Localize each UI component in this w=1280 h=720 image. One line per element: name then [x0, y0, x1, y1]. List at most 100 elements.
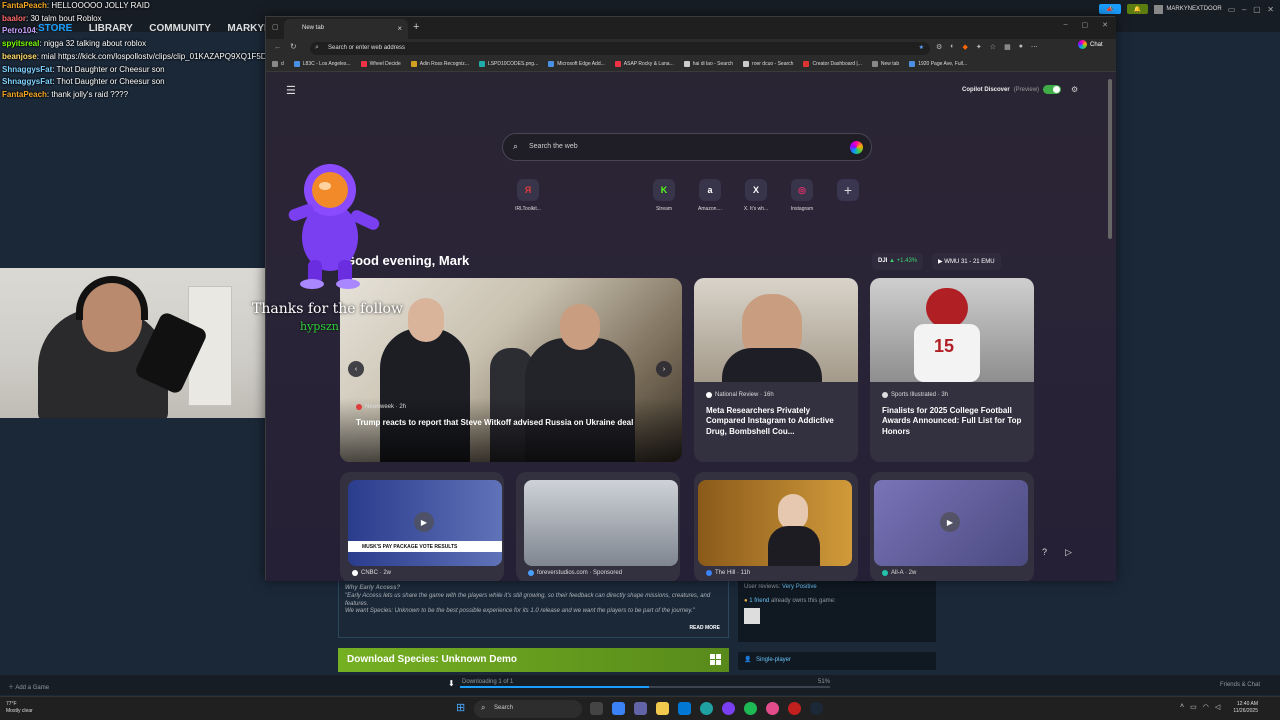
steam-user-menu[interactable]: MARKYNEXTDOOR [1154, 4, 1222, 14]
profile-icon[interactable]: ● [1019, 43, 1023, 51]
extension-icon[interactable]: ⚙ [936, 43, 942, 51]
bookmark-item[interactable]: Adin Ross Recogniz... [410, 61, 469, 67]
bookmark-item[interactable]: d [272, 61, 284, 67]
hamburger-menu-icon[interactable]: ☰ [286, 84, 296, 97]
favorite-star-icon[interactable]: ★ [919, 44, 924, 51]
edge-icon[interactable] [700, 702, 713, 715]
quick-link[interactable]: a Amazon.... [688, 179, 732, 212]
carousel-next-icon[interactable]: › [656, 361, 672, 377]
network-icon[interactable]: ▭ [1190, 703, 1197, 711]
feed-play-icon[interactable]: ▷ [1065, 547, 1072, 558]
bookmark-item[interactable]: hai di lao - Search [683, 61, 733, 67]
user-reviews-value[interactable]: Very Positive [782, 584, 817, 590]
friend-avatar[interactable] [744, 608, 760, 624]
download-demo-button[interactable]: Download Species: Unknown Demo [338, 648, 729, 672]
address-bar[interactable]: ⌕ Search or enter web address ★ [310, 42, 930, 55]
file-explorer-icon[interactable] [656, 702, 669, 715]
refresh-icon[interactable]: ↻ [290, 42, 297, 51]
bookmark-item[interactable]: New tab [871, 61, 899, 67]
read-more-link[interactable]: READ MORE [689, 625, 720, 632]
minimize-icon[interactable]: – [1064, 21, 1068, 29]
notification-icon[interactable]: 🔔 [1126, 4, 1149, 14]
spotify-icon[interactable] [744, 702, 757, 715]
bookmark-item[interactable]: LSPD10CODES.png... [478, 61, 538, 67]
favorites-icon[interactable]: ☆ [990, 43, 996, 51]
news-card[interactable]: National Review · 16h Meta Researchers P… [694, 278, 858, 462]
volume-icon[interactable]: ◁ [1215, 703, 1220, 711]
steam-window-controls[interactable]: ▭ – ▢ ✕ [1228, 5, 1274, 14]
tab-actions-icon[interactable]: ▢ [272, 23, 279, 31]
store-icon[interactable] [678, 702, 691, 715]
bookmark-item[interactable]: Wheel Decide [360, 61, 401, 67]
chat-username[interactable]: ShnaggysFat [2, 77, 52, 86]
teams-icon[interactable] [634, 702, 647, 715]
shield-icon[interactable]: ◐ [950, 43, 954, 51]
bookmark-item[interactable]: Creator Dashboard |... [803, 61, 862, 67]
carousel-prev-icon[interactable]: ‹ [348, 361, 364, 377]
bookmark-item[interactable]: ASAP Rocky & Lana... [614, 61, 674, 67]
chat-username[interactable]: beanjose [2, 52, 37, 61]
card-headline[interactable]: Finalists for 2025 College Football Awar… [882, 406, 1022, 437]
copilot-chat-button[interactable]: Chat [1078, 40, 1103, 49]
news-card[interactable]: 15 Sports Illustrated · 3h Finalists for… [870, 278, 1034, 462]
clock[interactable]: 12:40 AM 11/26/2025 [1233, 701, 1258, 715]
stock-ticker-dji[interactable]: DJI ▲ +1.43% [872, 253, 924, 270]
wifi-icon[interactable]: ◠ [1203, 703, 1209, 711]
brave-icon[interactable]: ◆ [963, 43, 968, 51]
settings-gear-icon[interactable]: ⚙ [1071, 85, 1078, 94]
taskbar-search[interactable]: ⌕ Search [474, 700, 582, 718]
collections-icon[interactable]: ▦ [1004, 43, 1011, 51]
more-icon[interactable]: ⋯ [1031, 43, 1038, 51]
page-scrollbar[interactable] [1108, 79, 1112, 239]
add-quick-link-button[interactable]: + [826, 179, 870, 206]
app-icon[interactable] [788, 702, 801, 715]
quick-link[interactable]: ◎ Instagram [780, 179, 824, 212]
chat-username[interactable]: FantaPeach [2, 90, 47, 99]
back-icon[interactable]: ← [274, 42, 282, 51]
chat-username[interactable]: FantaPeach [2, 1, 47, 10]
task-view-icon[interactable] [590, 702, 603, 715]
chat-username[interactable]: baalor [2, 14, 26, 23]
copilot-icon[interactable] [850, 141, 863, 154]
chat-username[interactable]: Petro104 [2, 26, 36, 35]
single-player-row[interactable]: 👤 Single-player [738, 652, 936, 670]
close-window-icon[interactable]: ✕ [1102, 21, 1108, 29]
play-icon[interactable]: ▶ [414, 512, 434, 532]
announcement-icon[interactable]: 📣 [1099, 4, 1121, 14]
start-icon[interactable]: ⊞ [456, 701, 465, 714]
play-icon[interactable]: ▶ [940, 512, 960, 532]
quick-link[interactable]: Я IRLToolkit... [506, 179, 550, 212]
copilot-toggle[interactable] [1043, 85, 1062, 94]
quick-link[interactable]: X X. It's wh... [734, 179, 778, 212]
maximize-icon[interactable]: ▢ [1082, 21, 1089, 29]
friends-chat-button[interactable]: Friends & Chat [1220, 682, 1260, 688]
bookmark-item[interactable]: roer dcuo - Search [743, 61, 793, 67]
chat-username[interactable]: ShnaggysFat [2, 65, 52, 74]
download-status[interactable]: Downloading 1 of 1 [462, 679, 513, 685]
bookmark-item[interactable]: 1920 Page Ave, Full... [909, 61, 967, 67]
video-card[interactable]: MUSK'S PAY PACKAGE VOTE RESULTS ▶ CNBC ·… [340, 472, 504, 581]
friend-count[interactable]: 1 friend [749, 598, 769, 604]
web-search-input[interactable]: ⌕ Search the web [502, 133, 872, 161]
puzzle-icon[interactable]: ✦ [976, 43, 982, 51]
new-tab-button[interactable]: + [413, 21, 419, 33]
weather-widget[interactable]: 77°F Mostly clear [6, 701, 33, 715]
video-card[interactable]: ▶ All-A · 2w [870, 472, 1034, 581]
bookmark-item[interactable]: L83C - Los Angeles... [293, 61, 351, 67]
help-icon[interactable]: ? [1042, 547, 1047, 558]
close-tab-icon[interactable]: × [397, 24, 402, 33]
app-icon[interactable] [766, 702, 779, 715]
obs-icon[interactable] [722, 702, 735, 715]
copilot-taskbar-icon[interactable] [612, 702, 625, 715]
video-card[interactable]: The Hill · 11h [694, 472, 858, 581]
tab-new-tab[interactable]: New tab × [284, 19, 408, 39]
card-headline[interactable]: Meta Researchers Privately Compared Inst… [706, 406, 846, 437]
bookmark-item[interactable]: Microsoft Edge Add... [548, 61, 605, 67]
sports-score-ticker[interactable]: ▶ WMU 31 - 21 EMU [932, 253, 1001, 270]
add-game-button[interactable]: ＋ Add a Game [8, 682, 49, 691]
chat-username[interactable]: spyitsreal [2, 39, 39, 48]
copilot-discover-toggle[interactable]: Copilot Discover (Preview) ⚙ [962, 85, 1078, 94]
quick-link[interactable]: K Stream [642, 179, 686, 212]
hero-headline[interactable]: Trump reacts to report that Steve Witkof… [356, 418, 646, 428]
video-card[interactable]: foreverstudios.com · Sponsored [516, 472, 680, 581]
